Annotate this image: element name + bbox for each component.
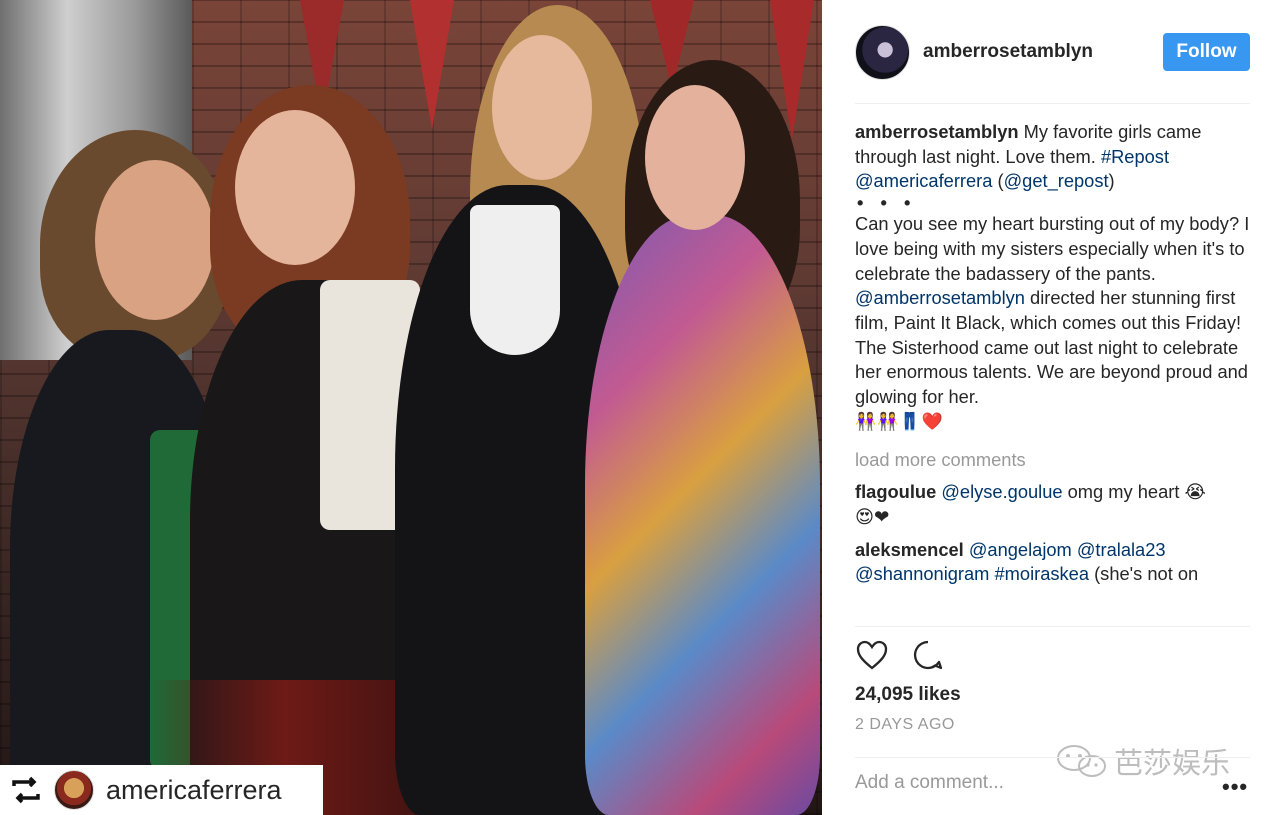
- caption-dots: • • •: [857, 192, 917, 214]
- add-comment-input[interactable]: Add a comment...: [855, 772, 1004, 794]
- person-face: [95, 160, 215, 320]
- pennant: [410, 0, 454, 130]
- comment-emojis: 😍❤: [855, 505, 890, 527]
- comment-item: flagoulue @elyse.goulue omg my heart 😭 😍…: [855, 480, 1250, 529]
- mention-link[interactable]: @elyse.goulue: [941, 481, 1062, 502]
- watermark-text: 芭莎娱乐: [1114, 746, 1231, 780]
- person-face: [492, 35, 592, 180]
- comment-username[interactable]: aleksmencel: [855, 539, 964, 560]
- caption: amberrosetamblyn My favorite girls came …: [855, 120, 1250, 434]
- avatar[interactable]: [855, 24, 910, 80]
- post-header: amberrosetamblyn Follow: [855, 22, 1250, 82]
- follow-button[interactable]: Follow: [1163, 33, 1250, 71]
- mention-link[interactable]: @tralala23: [1077, 539, 1166, 560]
- repost-icon: [10, 774, 42, 806]
- divider: [855, 626, 1250, 627]
- caption-text: Can you see my heart bursting out of my …: [855, 213, 1250, 284]
- mention-link[interactable]: @amberrosetamblyn: [855, 287, 1025, 308]
- mention-link[interactable]: @shannonigram: [855, 563, 989, 584]
- comments-section: amberrosetamblyn My favorite girls came …: [855, 120, 1250, 625]
- divider: [855, 757, 1250, 758]
- heart-icon[interactable]: [855, 638, 889, 672]
- header-username[interactable]: amberrosetamblyn: [923, 41, 1163, 63]
- comment-text: (she's not on: [1089, 563, 1199, 585]
- post-photo[interactable]: americaferrera: [0, 0, 822, 815]
- mention-link[interactable]: @americaferrera: [855, 170, 992, 191]
- load-more-comments-link[interactable]: load more comments: [855, 448, 1250, 473]
- repost-avatar: [54, 770, 94, 810]
- repost-username[interactable]: americaferrera: [106, 775, 282, 806]
- hashtag-link[interactable]: #Repost: [1101, 146, 1169, 167]
- comment-username[interactable]: flagoulue: [855, 481, 936, 502]
- caption-text: (: [992, 170, 1004, 192]
- post-timestamp: 2 DAYS AGO: [855, 716, 955, 733]
- repost-tag[interactable]: americaferrera: [0, 765, 323, 815]
- person-face: [235, 110, 355, 265]
- caption-text: ): [1108, 170, 1115, 192]
- caption-emojis: 👭👭👖❤️: [855, 411, 944, 431]
- likes-count[interactable]: 24,095 likes: [855, 684, 961, 706]
- caption-username[interactable]: amberrosetamblyn: [855, 121, 1019, 142]
- post-sidebar: amberrosetamblyn Follow amberrosetamblyn…: [822, 0, 1280, 815]
- mention-link[interactable]: @get_repost: [1004, 170, 1109, 191]
- comment-text: omg my heart 😭: [1062, 481, 1206, 503]
- person-top: [470, 205, 560, 355]
- divider: [855, 103, 1250, 104]
- hashtag-link[interactable]: #moiraskea: [995, 563, 1090, 584]
- watermark: 芭莎娱乐: [1056, 740, 1230, 782]
- mention-link[interactable]: @angelajom: [969, 539, 1072, 560]
- action-bar: [855, 638, 945, 672]
- comment-icon[interactable]: [911, 638, 945, 672]
- person-face: [645, 85, 745, 230]
- comment-item: aleksmencel @angelajom @tralala23 @shann…: [855, 538, 1250, 587]
- more-options-icon[interactable]: •••: [1222, 774, 1248, 800]
- wechat-icon: [1057, 745, 1106, 777]
- person-floral-dress: [585, 215, 820, 815]
